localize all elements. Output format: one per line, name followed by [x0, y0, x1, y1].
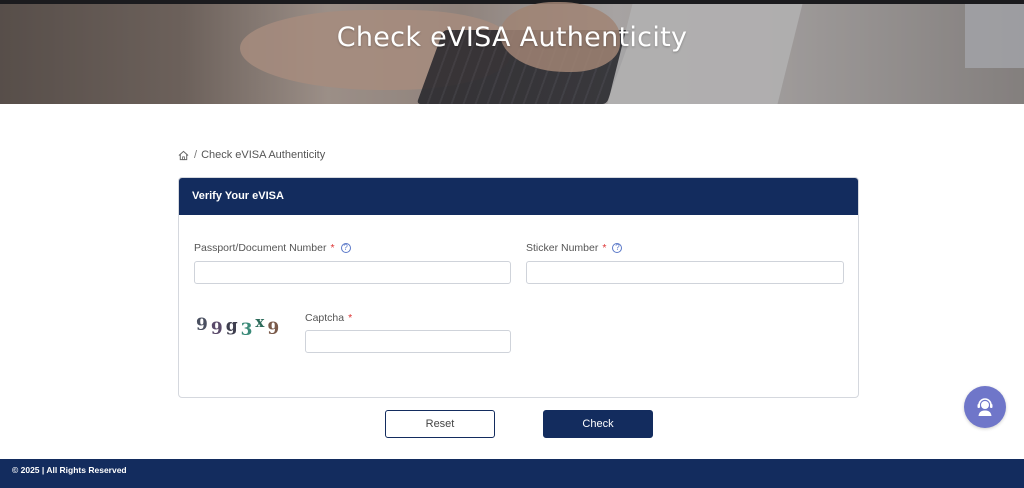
required-marker: * — [348, 312, 353, 324]
breadcrumb-separator: / — [194, 149, 198, 161]
hero-banner: Check eVISA Authenticity — [0, 0, 1024, 104]
captcha-char: 9 — [196, 315, 208, 335]
help-icon[interactable]: ? — [612, 243, 623, 253]
sticker-number-input[interactable] — [526, 261, 844, 284]
captcha-char: 9 — [210, 319, 223, 339]
passport-label: Passport/Document Number * ? — [194, 242, 351, 254]
captcha-char: 9 — [267, 319, 280, 339]
passport-number-input[interactable] — [194, 261, 511, 284]
support-chat-button[interactable] — [964, 386, 1006, 428]
captcha-char: g — [225, 316, 238, 336]
breadcrumb-current: Check eVISA Authenticity — [201, 149, 326, 161]
captcha-label: Captcha * — [305, 312, 352, 324]
reset-button[interactable]: Reset — [385, 410, 495, 438]
sticker-label-text: Sticker Number — [526, 242, 599, 254]
captcha-char: x — [255, 313, 265, 331]
passport-label-text: Passport/Document Number — [194, 242, 327, 254]
home-icon[interactable] — [178, 150, 189, 161]
verify-evisa-card: Verify Your eVISA — [178, 177, 859, 398]
breadcrumb: / Check eVISA Authenticity — [178, 149, 325, 161]
required-marker: * — [330, 242, 335, 254]
support-agent-icon — [977, 398, 993, 416]
sticker-label: Sticker Number * ? — [526, 242, 623, 254]
captcha-input[interactable] — [305, 330, 511, 353]
required-marker: * — [602, 242, 607, 254]
footer: © 2025 | All Rights Reserved — [0, 459, 1024, 488]
page-title: Check eVISA Authenticity — [336, 22, 688, 53]
captcha-label-text: Captcha — [305, 312, 345, 324]
card-header: Verify Your eVISA — [179, 178, 858, 215]
help-icon[interactable]: ? — [340, 243, 351, 253]
footer-copyright: © 2025 | All Rights Reserved — [12, 465, 127, 475]
captcha-char: 3 — [240, 320, 253, 340]
check-button[interactable]: Check — [543, 410, 653, 438]
captcha-image: 9 9 g 3 x 9 — [196, 309, 288, 340]
